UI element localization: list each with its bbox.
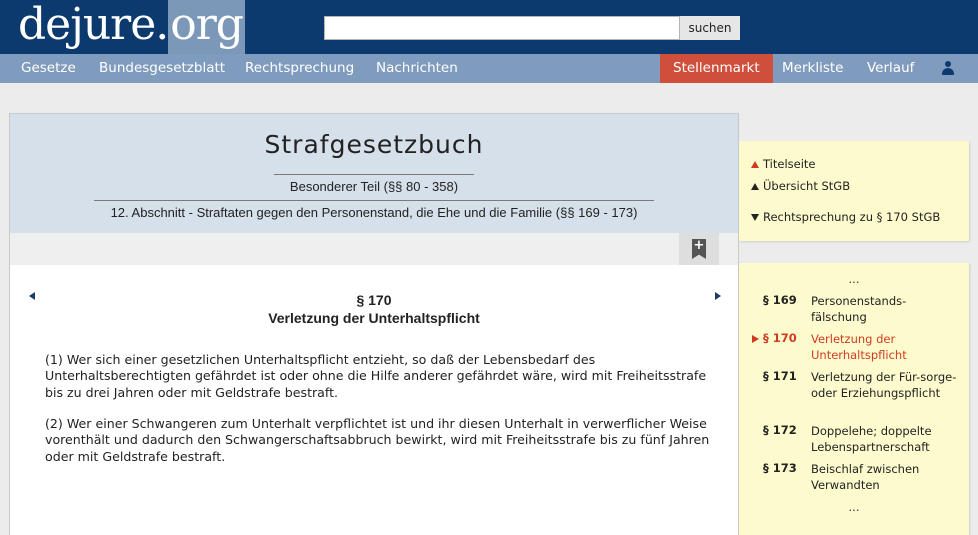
bookmark-button[interactable]: + bbox=[679, 233, 719, 265]
nav-item-nachrichten[interactable]: Nachrichten bbox=[376, 54, 458, 83]
toc-ellipsis-bottom[interactable]: ... bbox=[739, 500, 969, 514]
toc-number: § 173 bbox=[763, 461, 797, 475]
link-rechtsprechung[interactable]: Rechtsprechung zu § 170 StGB bbox=[751, 210, 940, 224]
divider bbox=[94, 200, 654, 201]
triangle-up-icon bbox=[751, 161, 759, 168]
law-section[interactable]: 12. Abschnitt - Straftaten gegen den Per… bbox=[10, 205, 738, 220]
paragraph-number: § 170 bbox=[356, 292, 392, 308]
triangle-down-icon bbox=[751, 214, 759, 221]
top-header: dejure. org suchen bbox=[0, 0, 978, 54]
nav-item-gesetze[interactable]: Gesetze bbox=[21, 54, 76, 83]
bookmark-add-icon: + bbox=[692, 239, 706, 259]
nav-item-verlauf[interactable]: Verlauf bbox=[867, 54, 914, 83]
toc-number: § 169 bbox=[763, 293, 797, 307]
logo-org-text: org bbox=[168, 0, 245, 54]
triangle-up-icon bbox=[751, 183, 759, 190]
toc-number: § 172 bbox=[763, 423, 797, 437]
nav-item-stellenmarkt[interactable]: Stellenmarkt bbox=[660, 54, 773, 83]
paragraph-title: Verletzung der Unterhaltspflicht bbox=[268, 310, 480, 326]
logo-main-text: dejure. bbox=[18, 0, 169, 50]
toc-title: Verletzung der Für-sorge- oder Erziehung… bbox=[811, 370, 957, 400]
toc-number: § 171 bbox=[763, 369, 797, 383]
toc-title: Doppelehe; doppelte Lebenspartnerschaft bbox=[811, 424, 932, 454]
search-input[interactable] bbox=[324, 16, 680, 40]
paragraph-toolbar: + bbox=[10, 233, 738, 265]
toc-ellipsis-top[interactable]: ... bbox=[739, 272, 969, 286]
nav-item-bundesgesetzblatt[interactable]: Bundesgesetzblatt bbox=[99, 54, 225, 83]
toc-title: Beischlaf zwischen Verwandten bbox=[811, 462, 920, 492]
search-bar: suchen bbox=[324, 16, 740, 40]
toc-title: Verletzung der Unterhaltspflicht bbox=[811, 332, 907, 362]
site-logo[interactable]: dejure. org bbox=[18, 0, 245, 54]
user-icon[interactable] bbox=[941, 61, 955, 77]
paragraph-absatz-2: (2) Wer einer Schwangeren zum Unterhalt … bbox=[45, 416, 710, 464]
law-panel: Strafgesetzbuch Besonderer Teil (§§ 80 -… bbox=[9, 113, 739, 535]
law-title: Strafgesetzbuch bbox=[264, 130, 484, 159]
paragraph-absatz-1: (1) Wer sich einer gesetzlichen Unterhal… bbox=[45, 352, 707, 400]
main-nav: Gesetze Bundesgesetzblatt Rechtsprechung… bbox=[0, 54, 978, 83]
law-part[interactable]: Besonderer Teil (§§ 80 - 358) bbox=[10, 179, 738, 194]
toc-number: § 170 bbox=[763, 331, 797, 345]
sidebar-links-box: Titelseite Übersicht StGB Rechtsprechung… bbox=[739, 141, 969, 241]
divider bbox=[274, 174, 474, 175]
law-header: Strafgesetzbuch Besonderer Teil (§§ 80 -… bbox=[10, 114, 738, 233]
toc-box: ... § 169 Personenstands-fälschung § 170… bbox=[739, 263, 969, 535]
link-titelseite[interactable]: Titelseite bbox=[751, 157, 816, 171]
nav-item-rechtsprechung[interactable]: Rechtsprechung bbox=[245, 54, 354, 83]
nav-item-merkliste[interactable]: Merkliste bbox=[782, 54, 843, 83]
search-button[interactable]: suchen bbox=[680, 16, 740, 40]
current-marker-icon bbox=[752, 335, 759, 343]
toc-title: Personenstands-fälschung bbox=[811, 294, 907, 324]
link-uebersicht[interactable]: Übersicht StGB bbox=[751, 179, 850, 193]
